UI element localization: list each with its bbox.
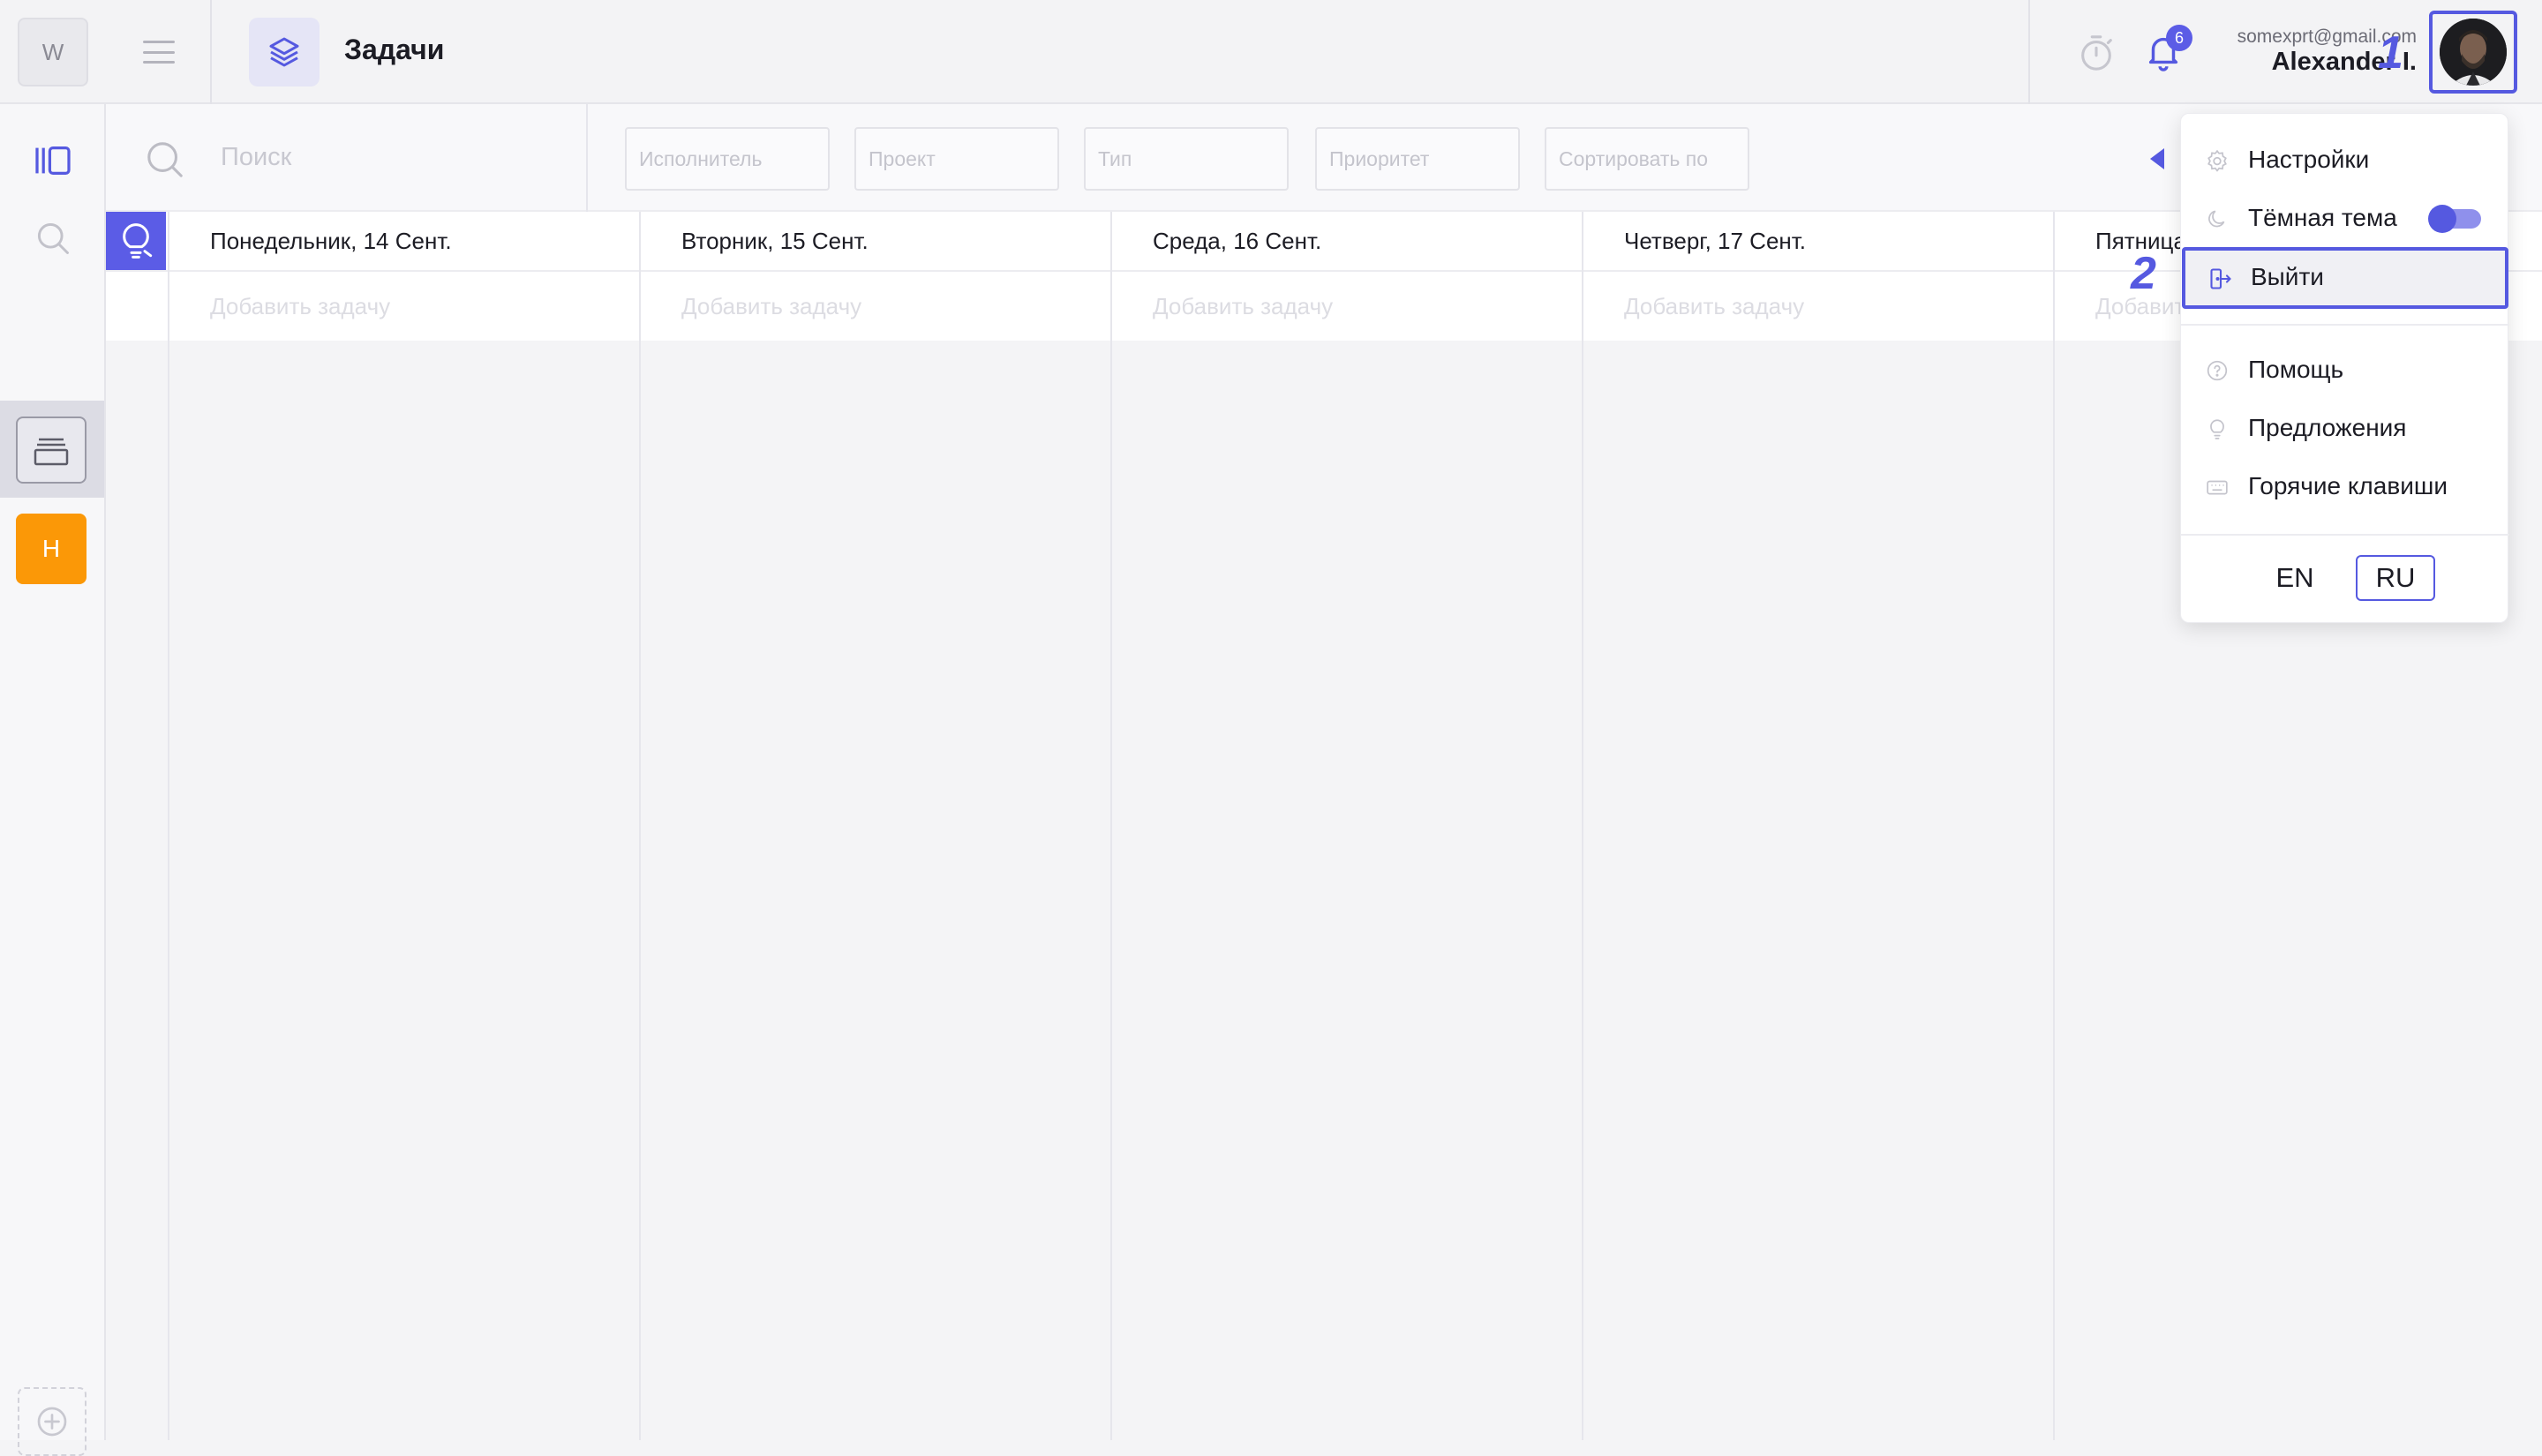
left-rail: Н xyxy=(0,104,106,1456)
day-column: Понедельник, 14 Сент. Добавить задачу xyxy=(168,212,639,1440)
notifications-count-badge: 6 xyxy=(2166,25,2192,51)
filter-bar: Поиск Исполнитель Проект Тип Приоритет С… xyxy=(106,104,2542,212)
logout-icon xyxy=(2208,266,2233,291)
menu-item-settings[interactable]: Настройки xyxy=(2181,131,2509,188)
menu-item-help[interactable]: Помощь xyxy=(2181,341,2509,398)
language-ru-button[interactable]: RU xyxy=(2356,555,2435,601)
day-column: Вторник, 15 Сент. Добавить задачу xyxy=(639,212,1110,1440)
menu-item-logout[interactable]: Выйти xyxy=(2182,247,2508,309)
day-column-header: Четверг, 17 Сент. xyxy=(1624,228,1807,254)
project-badge-button[interactable]: Н xyxy=(16,514,86,584)
tasks-section-button[interactable] xyxy=(16,417,86,484)
layers-icon xyxy=(249,18,320,86)
language-en-button[interactable]: EN xyxy=(2255,555,2335,601)
header-divider xyxy=(2028,0,2030,104)
user-dropdown-menu: Настройки Тёмная тема Помощь Предложения… xyxy=(2180,113,2509,623)
search-input[interactable]: Поиск xyxy=(221,143,291,172)
moon-icon xyxy=(2206,207,2229,230)
project-filter[interactable]: Проект xyxy=(854,127,1059,191)
avatar xyxy=(2440,19,2507,86)
board-view-icon[interactable] xyxy=(32,143,74,178)
type-filter[interactable]: Тип xyxy=(1084,127,1289,191)
page-title: Задачи xyxy=(344,34,445,65)
menu-divider xyxy=(2181,324,2509,326)
add-project-button[interactable] xyxy=(18,1387,86,1456)
day-column-header: Вторник, 15 Сент. xyxy=(681,228,869,254)
workspace-logo-button[interactable]: W xyxy=(18,18,88,86)
user-avatar-button[interactable] xyxy=(2429,11,2517,94)
add-task-button[interactable]: Добавить задачу xyxy=(1153,293,1333,320)
menu-item-hotkeys[interactable]: Горячие клавиши xyxy=(2181,458,2509,514)
add-task-button[interactable]: Добавить задачу xyxy=(1624,293,1804,320)
priority-filter[interactable]: Приоритет xyxy=(1315,127,1520,191)
menu-item-label: Выйти xyxy=(2251,263,2324,290)
day-column: Четверг, 17 Сент. Добавить задачу xyxy=(1582,212,2053,1440)
sort-filter[interactable]: Сортировать по xyxy=(1545,127,1749,191)
menu-item-label: Тёмная тема xyxy=(2248,204,2397,231)
add-task-button[interactable]: Добавить задачу xyxy=(210,293,390,320)
step-marker-1: 1 xyxy=(2378,27,2403,79)
dark-theme-toggle[interactable] xyxy=(2428,205,2481,233)
toggle-knob xyxy=(2428,205,2456,233)
add-task-button[interactable]: Добавить задачу xyxy=(681,293,861,320)
menu-item-label: Настройки xyxy=(2248,146,2370,173)
timer-icon[interactable] xyxy=(2076,32,2117,74)
menu-item-label: Горячие клавиши xyxy=(2248,472,2448,499)
day-column-header: Понедельник, 14 Сент. xyxy=(210,228,452,254)
search-icon xyxy=(145,139,185,180)
day-column: Среда, 16 Сент. Добавить задачу xyxy=(1110,212,1582,1440)
gear-icon xyxy=(2206,149,2229,172)
keyboard-icon xyxy=(2206,476,2229,499)
search-zone: Поиск xyxy=(106,104,588,212)
prev-week-arrow-icon[interactable] xyxy=(2150,148,2164,169)
menu-item-dark-theme[interactable]: Тёмная тема xyxy=(2181,190,2509,246)
search-icon[interactable] xyxy=(32,217,74,259)
top-header: W Задачи 6 somexprt@gmail.com Alexander … xyxy=(0,0,2542,104)
day-column-header: Среда, 16 Сент. xyxy=(1153,228,1322,254)
menu-divider xyxy=(2181,534,2509,536)
menu-burger-icon[interactable] xyxy=(143,41,175,64)
help-icon xyxy=(2206,359,2229,382)
menu-item-suggestions[interactable]: Предложения xyxy=(2181,400,2509,456)
menu-item-label: Предложения xyxy=(2248,414,2407,441)
assignee-filter[interactable]: Исполнитель xyxy=(625,127,830,191)
lightbulb-icon xyxy=(2206,417,2229,440)
step-marker-2: 2 xyxy=(2131,248,2156,299)
header-divider xyxy=(210,0,212,104)
lightbulb-icon[interactable] xyxy=(106,212,166,270)
menu-item-label: Помощь xyxy=(2248,356,2344,383)
week-board: Понедельник, 14 Сент. Добавить задачу Вт… xyxy=(106,212,2542,1440)
